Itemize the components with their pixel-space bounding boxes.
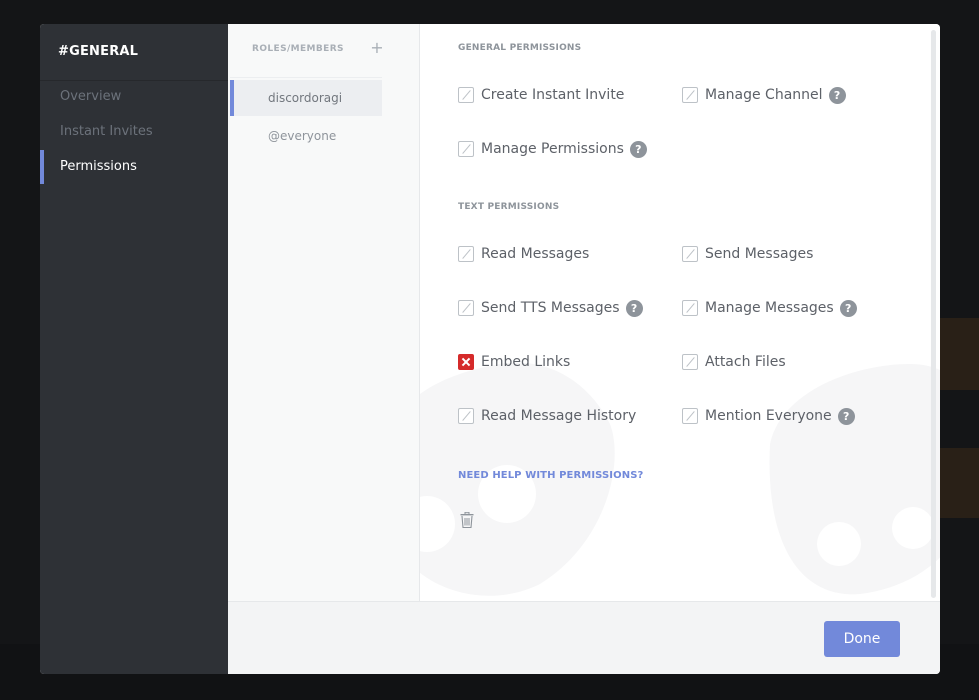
permission-label: Read Messages <box>481 246 590 262</box>
permission-label: Attach Files <box>705 354 786 370</box>
perm-mention-everyone[interactable]: Mention Everyone ? <box>682 406 855 426</box>
roles-members-panel: ROLES/MEMBERS + discordoragi @everyone <box>228 24 420 601</box>
channel-title: #GENERAL <box>58 44 139 59</box>
permission-checkbox[interactable] <box>458 246 474 262</box>
deny-x-icon[interactable] <box>458 354 474 370</box>
roles-members-header: ROLES/MEMBERS <box>252 44 344 54</box>
channel-settings-modal: #GENERAL Overview Instant Invites Permis… <box>40 24 940 674</box>
help-icon[interactable]: ? <box>629 140 647 158</box>
permissions-help-link[interactable]: NEED HELP WITH PERMISSIONS? <box>458 470 643 481</box>
perm-manage-messages[interactable]: Manage Messages ? <box>682 298 857 318</box>
background-thumbnail <box>939 448 979 518</box>
help-icon[interactable]: ? <box>839 299 857 317</box>
permission-label: Manage Permissions <box>481 141 624 157</box>
text-permissions-title: TEXT PERMISSIONS <box>458 202 560 212</box>
modal-footer: Done <box>228 601 940 674</box>
background-thumbnail <box>939 318 979 390</box>
perm-embed-links[interactable]: Embed Links <box>458 352 570 372</box>
perm-create-instant-invite[interactable]: Create Instant Invite <box>458 85 624 105</box>
permission-label: Read Message History <box>481 408 637 424</box>
permissions-content: GENERAL PERMISSIONS Create Instant Invit… <box>420 24 940 601</box>
done-button[interactable]: Done <box>824 621 900 657</box>
plus-icon[interactable]: + <box>369 40 385 56</box>
sidebar-item-overview[interactable]: Overview <box>40 80 228 114</box>
permission-checkbox[interactable] <box>682 408 698 424</box>
sidebar-item-permissions[interactable]: Permissions <box>40 150 228 184</box>
role-item-discordoragi[interactable]: discordoragi <box>230 80 382 116</box>
perm-manage-permissions[interactable]: Manage Permissions ? <box>458 139 647 159</box>
permission-label: Create Instant Invite <box>481 87 625 103</box>
permission-checkbox[interactable] <box>682 354 698 370</box>
settings-sidebar: #GENERAL Overview Instant Invites Permis… <box>40 24 228 674</box>
help-icon[interactable]: ? <box>828 86 846 104</box>
permission-checkbox[interactable] <box>458 300 474 316</box>
roles-divider <box>230 77 382 78</box>
permission-checkbox[interactable] <box>682 300 698 316</box>
help-icon[interactable]: ? <box>837 407 855 425</box>
help-icon[interactable]: ? <box>625 299 643 317</box>
permission-checkbox[interactable] <box>682 246 698 262</box>
permission-label: Manage Messages <box>705 300 834 316</box>
permission-checkbox[interactable] <box>458 87 474 103</box>
permission-label: Embed Links <box>481 354 571 370</box>
perm-read-message-history[interactable]: Read Message History <box>458 406 636 426</box>
role-item-everyone[interactable]: @everyone <box>230 118 382 154</box>
trash-icon[interactable] <box>460 512 474 528</box>
permission-checkbox[interactable] <box>682 87 698 103</box>
permission-checkbox[interactable] <box>458 408 474 424</box>
permission-checkbox[interactable] <box>458 141 474 157</box>
perm-send-messages[interactable]: Send Messages <box>682 244 813 264</box>
permission-label: Send TTS Messages <box>481 300 620 316</box>
perm-send-tts-messages[interactable]: Send TTS Messages ? <box>458 298 643 318</box>
general-permissions-title: GENERAL PERMISSIONS <box>458 43 582 53</box>
sidebar-item-instant-invites[interactable]: Instant Invites <box>40 115 228 149</box>
perm-manage-channel[interactable]: Manage Channel ? <box>682 85 846 105</box>
permission-label: Send Messages <box>705 246 814 262</box>
perm-read-messages[interactable]: Read Messages <box>458 244 589 264</box>
content-scrollbar[interactable] <box>931 30 936 598</box>
perm-attach-files[interactable]: Attach Files <box>682 352 786 372</box>
permission-label: Mention Everyone <box>705 408 832 424</box>
permission-label: Manage Channel <box>705 87 823 103</box>
